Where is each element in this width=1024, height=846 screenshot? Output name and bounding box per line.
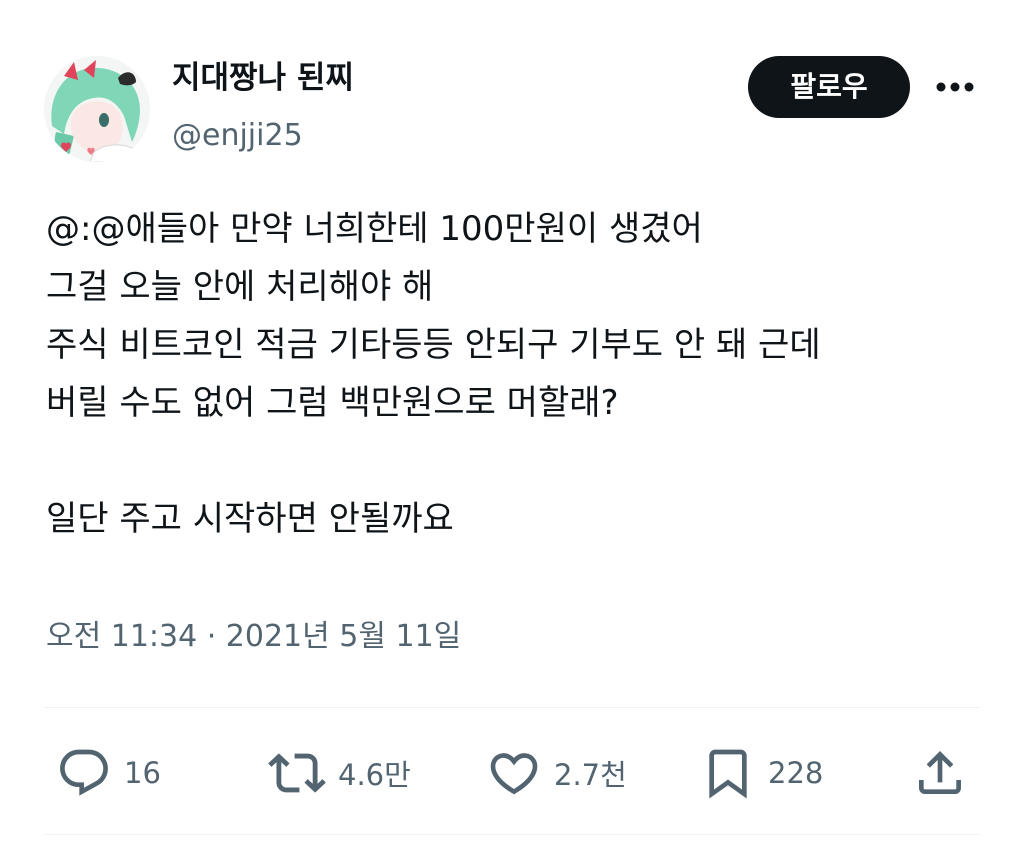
- retweet-button[interactable]: 4.6만: [268, 744, 411, 802]
- more-horizontal-icon: [936, 82, 974, 92]
- retweet-count: 4.6만: [338, 758, 411, 792]
- tweet-text-line: 주식 비트코인 적금 기타등등 안되구 기부도 안 돼 근데: [46, 325, 821, 365]
- user-handle[interactable]: @enjji25: [172, 114, 303, 158]
- display-name[interactable]: 지대짱나 된찌: [172, 56, 354, 100]
- avatar[interactable]: [44, 56, 150, 162]
- bookmark-count: 228: [768, 756, 824, 790]
- divider: [44, 707, 980, 708]
- tweet-text-line: 일단 주고 시작하면 안될까요: [46, 499, 454, 539]
- tweet-text: @:@애들아 만약 너희한테 100만원이 생겼어 그걸 오늘 안에 처리해야 …: [46, 200, 996, 548]
- bookmark-button[interactable]: 228: [700, 744, 823, 802]
- tweet-text-line: @:@애들아 만약 너희한테 100만원이 생겼어: [46, 209, 703, 249]
- more-options-button[interactable]: [930, 64, 980, 110]
- tweet-text-line: 그걸 오늘 안에 처리해야 해: [46, 267, 434, 307]
- like-button[interactable]: 2.7천: [486, 744, 627, 802]
- share-button[interactable]: [912, 744, 968, 802]
- divider: [44, 834, 980, 835]
- follow-button[interactable]: 팔로우: [748, 56, 910, 118]
- bookmark-icon: [709, 749, 747, 799]
- like-count: 2.7천: [554, 758, 627, 792]
- tweet-card: 지대짱나 된찌 @enjji25 팔로우 @:@애들아 만약 너희한테 100만…: [0, 0, 1024, 846]
- tweet-timestamp[interactable]: 오전 11:34 · 2021년 5월 11일: [46, 612, 461, 662]
- heart-icon: [490, 753, 538, 795]
- anime-avatar-icon: [44, 56, 150, 162]
- reply-icon: [60, 749, 108, 796]
- share-icon: [919, 751, 961, 794]
- reply-button[interactable]: 16: [56, 744, 161, 802]
- retweet-icon: [268, 753, 326, 793]
- tweet-text-line: 버릴 수도 없어 그럼 백만원으로 머할래?: [46, 383, 619, 423]
- reply-count: 16: [124, 756, 161, 790]
